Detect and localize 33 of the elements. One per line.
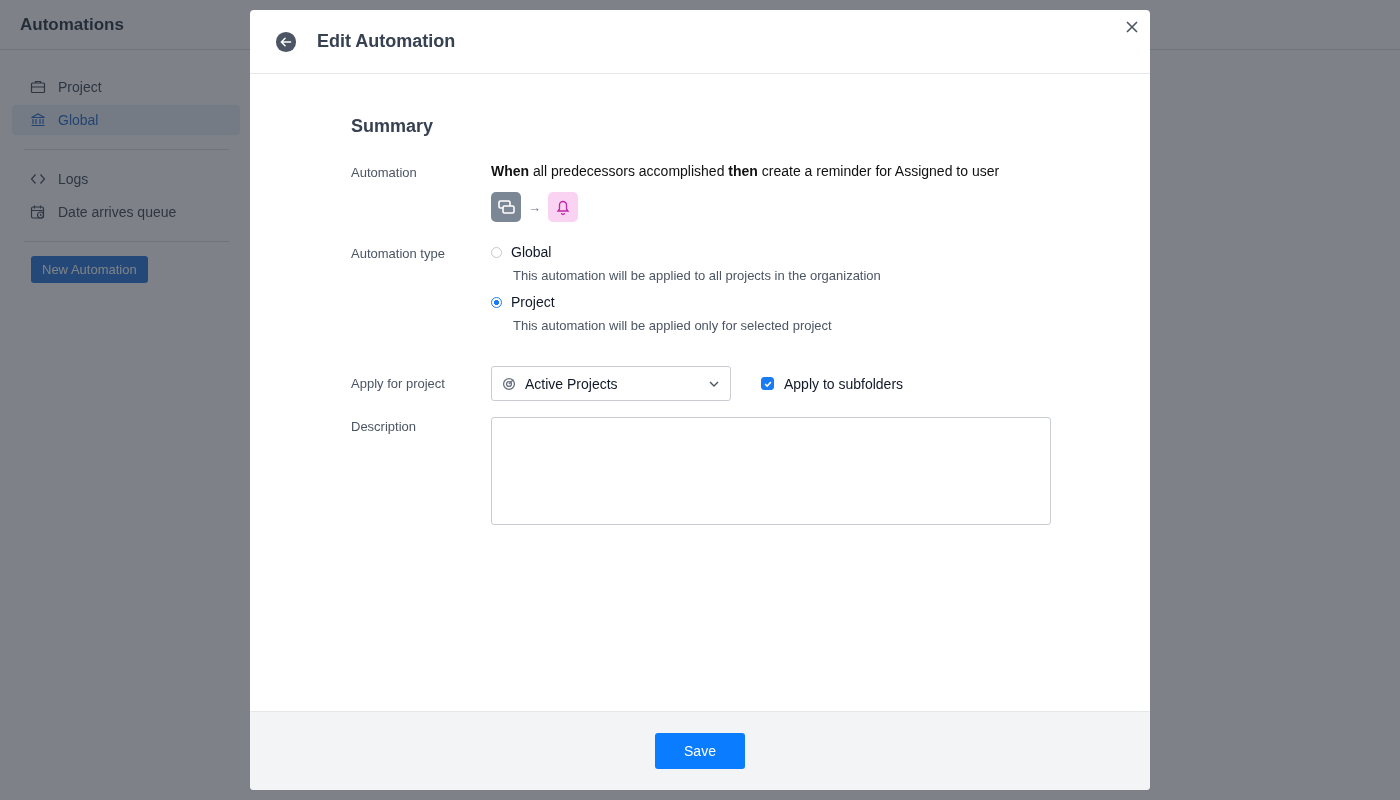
radio-button[interactable] xyxy=(491,296,502,308)
briefcase-icon xyxy=(30,79,46,95)
automation-sentence: When all predecessors accomplished then create a reminder for Assigned to user xyxy=(491,163,1000,179)
field-label: Automation type xyxy=(351,245,446,263)
messages-icon xyxy=(491,192,521,222)
new-automation-button[interactable]: New Automation xyxy=(31,256,148,283)
description-field[interactable] xyxy=(491,417,1051,525)
close-button[interactable] xyxy=(1126,21,1138,33)
bank-icon xyxy=(30,112,46,128)
checkbox[interactable] xyxy=(761,377,774,390)
radio-label[interactable]: Global xyxy=(511,244,552,260)
field-label: Apply for project xyxy=(351,376,446,391)
calendar-clock-icon xyxy=(30,204,46,220)
target-icon xyxy=(502,376,516,391)
arrow-symbol: → xyxy=(528,199,541,215)
page-title: Automations xyxy=(20,14,124,35)
dialog-title: Edit Automation xyxy=(317,31,456,52)
project-dropdown[interactable]: Active Projects xyxy=(491,366,731,401)
sidebar-item[interactable]: Global xyxy=(12,105,240,135)
sidebar-item[interactable]: Date arrives queue xyxy=(12,197,240,227)
checkbox-label[interactable]: Apply to subfolders xyxy=(784,375,904,392)
back-button[interactable] xyxy=(275,30,297,53)
option-description: This automation will be applied to all projects in the organization xyxy=(513,268,881,283)
section-heading: Summary xyxy=(351,116,435,137)
field-label: Description xyxy=(351,418,418,436)
radio-label[interactable]: Project xyxy=(511,294,555,310)
sidebar-item[interactable]: Project xyxy=(12,72,240,102)
bell-icon xyxy=(548,192,578,222)
option-description: This automation will be applied only for selected project xyxy=(513,318,833,333)
sidebar-item[interactable]: Logs xyxy=(12,164,240,194)
field-label: Automation xyxy=(351,164,418,182)
radio-button[interactable] xyxy=(491,246,502,258)
save-button[interactable]: Save xyxy=(655,733,745,769)
